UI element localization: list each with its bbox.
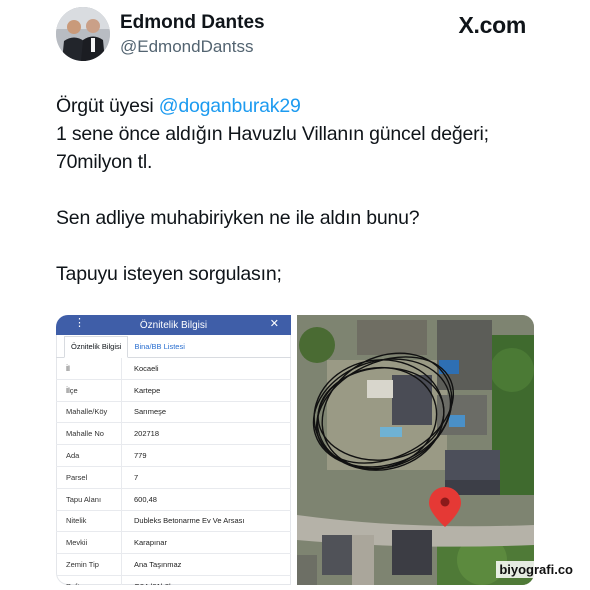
attribute-value: 202718 bbox=[121, 422, 291, 446]
attribute-key: Zemin Tip bbox=[56, 553, 122, 576]
attribute-value: Kartepe bbox=[121, 379, 291, 402]
attribute-value: 600,48 bbox=[121, 488, 291, 511]
attribute-table: İl Kocaeli İlçe Kartepe Mahalle/Köy Sarımeşe M… bbox=[56, 358, 291, 585]
menu-icon[interactable]: ⋮ bbox=[74, 316, 85, 329]
attribute-key: Parsel bbox=[56, 466, 122, 489]
panel-title: Öznitelik Bilgisi bbox=[139, 319, 208, 331]
attribute-value: 779 bbox=[121, 444, 291, 467]
attribute-value: Sarımeşe bbox=[121, 401, 291, 424]
attribute-row: Mahalle No 202718 bbox=[56, 422, 291, 446]
attribute-key: Tapu Alanı bbox=[56, 488, 122, 511]
x-logo: X.com bbox=[458, 12, 526, 38]
attribute-key: Mevkii bbox=[56, 531, 122, 555]
attribute-key: Nitelik bbox=[56, 510, 122, 533]
attribute-value: G24d01b3b bbox=[121, 575, 291, 585]
attribute-key: Mahalle No bbox=[56, 422, 122, 446]
mention-link[interactable]: @doganburak29 bbox=[159, 95, 301, 117]
attribute-row: Nitelik Dubleks Betonarme Ev Ve Arsası bbox=[56, 510, 291, 533]
tweet-line-1: Örgüt üyesi @doganburak29 bbox=[56, 92, 546, 120]
attribute-row: Ada 779 bbox=[56, 444, 291, 467]
tweet-line-5: Tapuyu isteyen sorgulasın; bbox=[56, 263, 282, 285]
attribute-row: PaftaG24d01b3b bbox=[56, 575, 291, 585]
tweet-line-2: 1 sene önce aldığın Havuzlu Villanın gün… bbox=[56, 123, 489, 145]
attribute-row: Zemin Tip Ana Taşınmaz bbox=[56, 553, 291, 576]
satellite-map[interactable] bbox=[297, 315, 534, 585]
attribute-row: Mahalle/Köy Sarımeşe bbox=[56, 401, 291, 424]
tweet-text: Örgüt üyesi @doganburak29 1 sene önce al… bbox=[56, 92, 546, 288]
attribute-row: İlçe Kartepe bbox=[56, 379, 291, 402]
attribute-key: Ada bbox=[56, 444, 122, 467]
attribute-row: Parsel 7 bbox=[56, 466, 291, 489]
attribute-value: Kocaeli bbox=[121, 358, 291, 380]
tab-attributes[interactable]: Öznitelik Bilgisi bbox=[64, 336, 129, 358]
site-watermark: biyografi.co bbox=[496, 561, 576, 578]
attribute-row: Mevkii Karapınar bbox=[56, 531, 291, 555]
attribute-key: Mahalle/Köy bbox=[56, 401, 122, 424]
map-imagery bbox=[297, 315, 534, 585]
tweet-line-4: Sen adliye muhabiriyken ne ile aldın bun… bbox=[56, 207, 420, 229]
attribute-key: İl bbox=[56, 358, 122, 380]
tab-building-list[interactable]: Bina/BB Listesi bbox=[128, 342, 190, 357]
attribute-row: İl Kocaeli bbox=[56, 358, 291, 380]
attribute-panel: ⋮ Öznitelik Bilgisi ✕ Öznitelik Bilgisi … bbox=[56, 315, 291, 585]
attribute-key: Pafta bbox=[56, 575, 122, 585]
attribute-key: İlçe bbox=[56, 379, 122, 402]
attribute-value: Dubleks Betonarme Ev Ve Arsası bbox=[121, 510, 291, 533]
attached-image[interactable]: ⋮ Öznitelik Bilgisi ✕ Öznitelik Bilgisi … bbox=[56, 315, 534, 585]
tweet-line-3: 70milyon tl. bbox=[56, 151, 153, 173]
avatar[interactable] bbox=[56, 7, 110, 61]
panel-tabs: Öznitelik Bilgisi Bina/BB Listesi bbox=[56, 335, 291, 358]
tweet-line-1-text: Örgüt üyesi bbox=[56, 95, 159, 117]
close-icon[interactable]: ✕ bbox=[270, 317, 279, 330]
author-name[interactable]: Edmond Dantes bbox=[120, 12, 265, 34]
attribute-value: Ana Taşınmaz bbox=[121, 553, 291, 576]
attribute-value: Karapınar bbox=[121, 531, 291, 555]
avatar-photo bbox=[56, 7, 110, 61]
author-handle[interactable]: @EdmondDantss bbox=[120, 37, 254, 57]
attribute-row: Tapu Alanı 600,48 bbox=[56, 488, 291, 511]
attribute-value: 7 bbox=[121, 466, 291, 489]
panel-header: ⋮ Öznitelik Bilgisi ✕ bbox=[56, 315, 291, 335]
